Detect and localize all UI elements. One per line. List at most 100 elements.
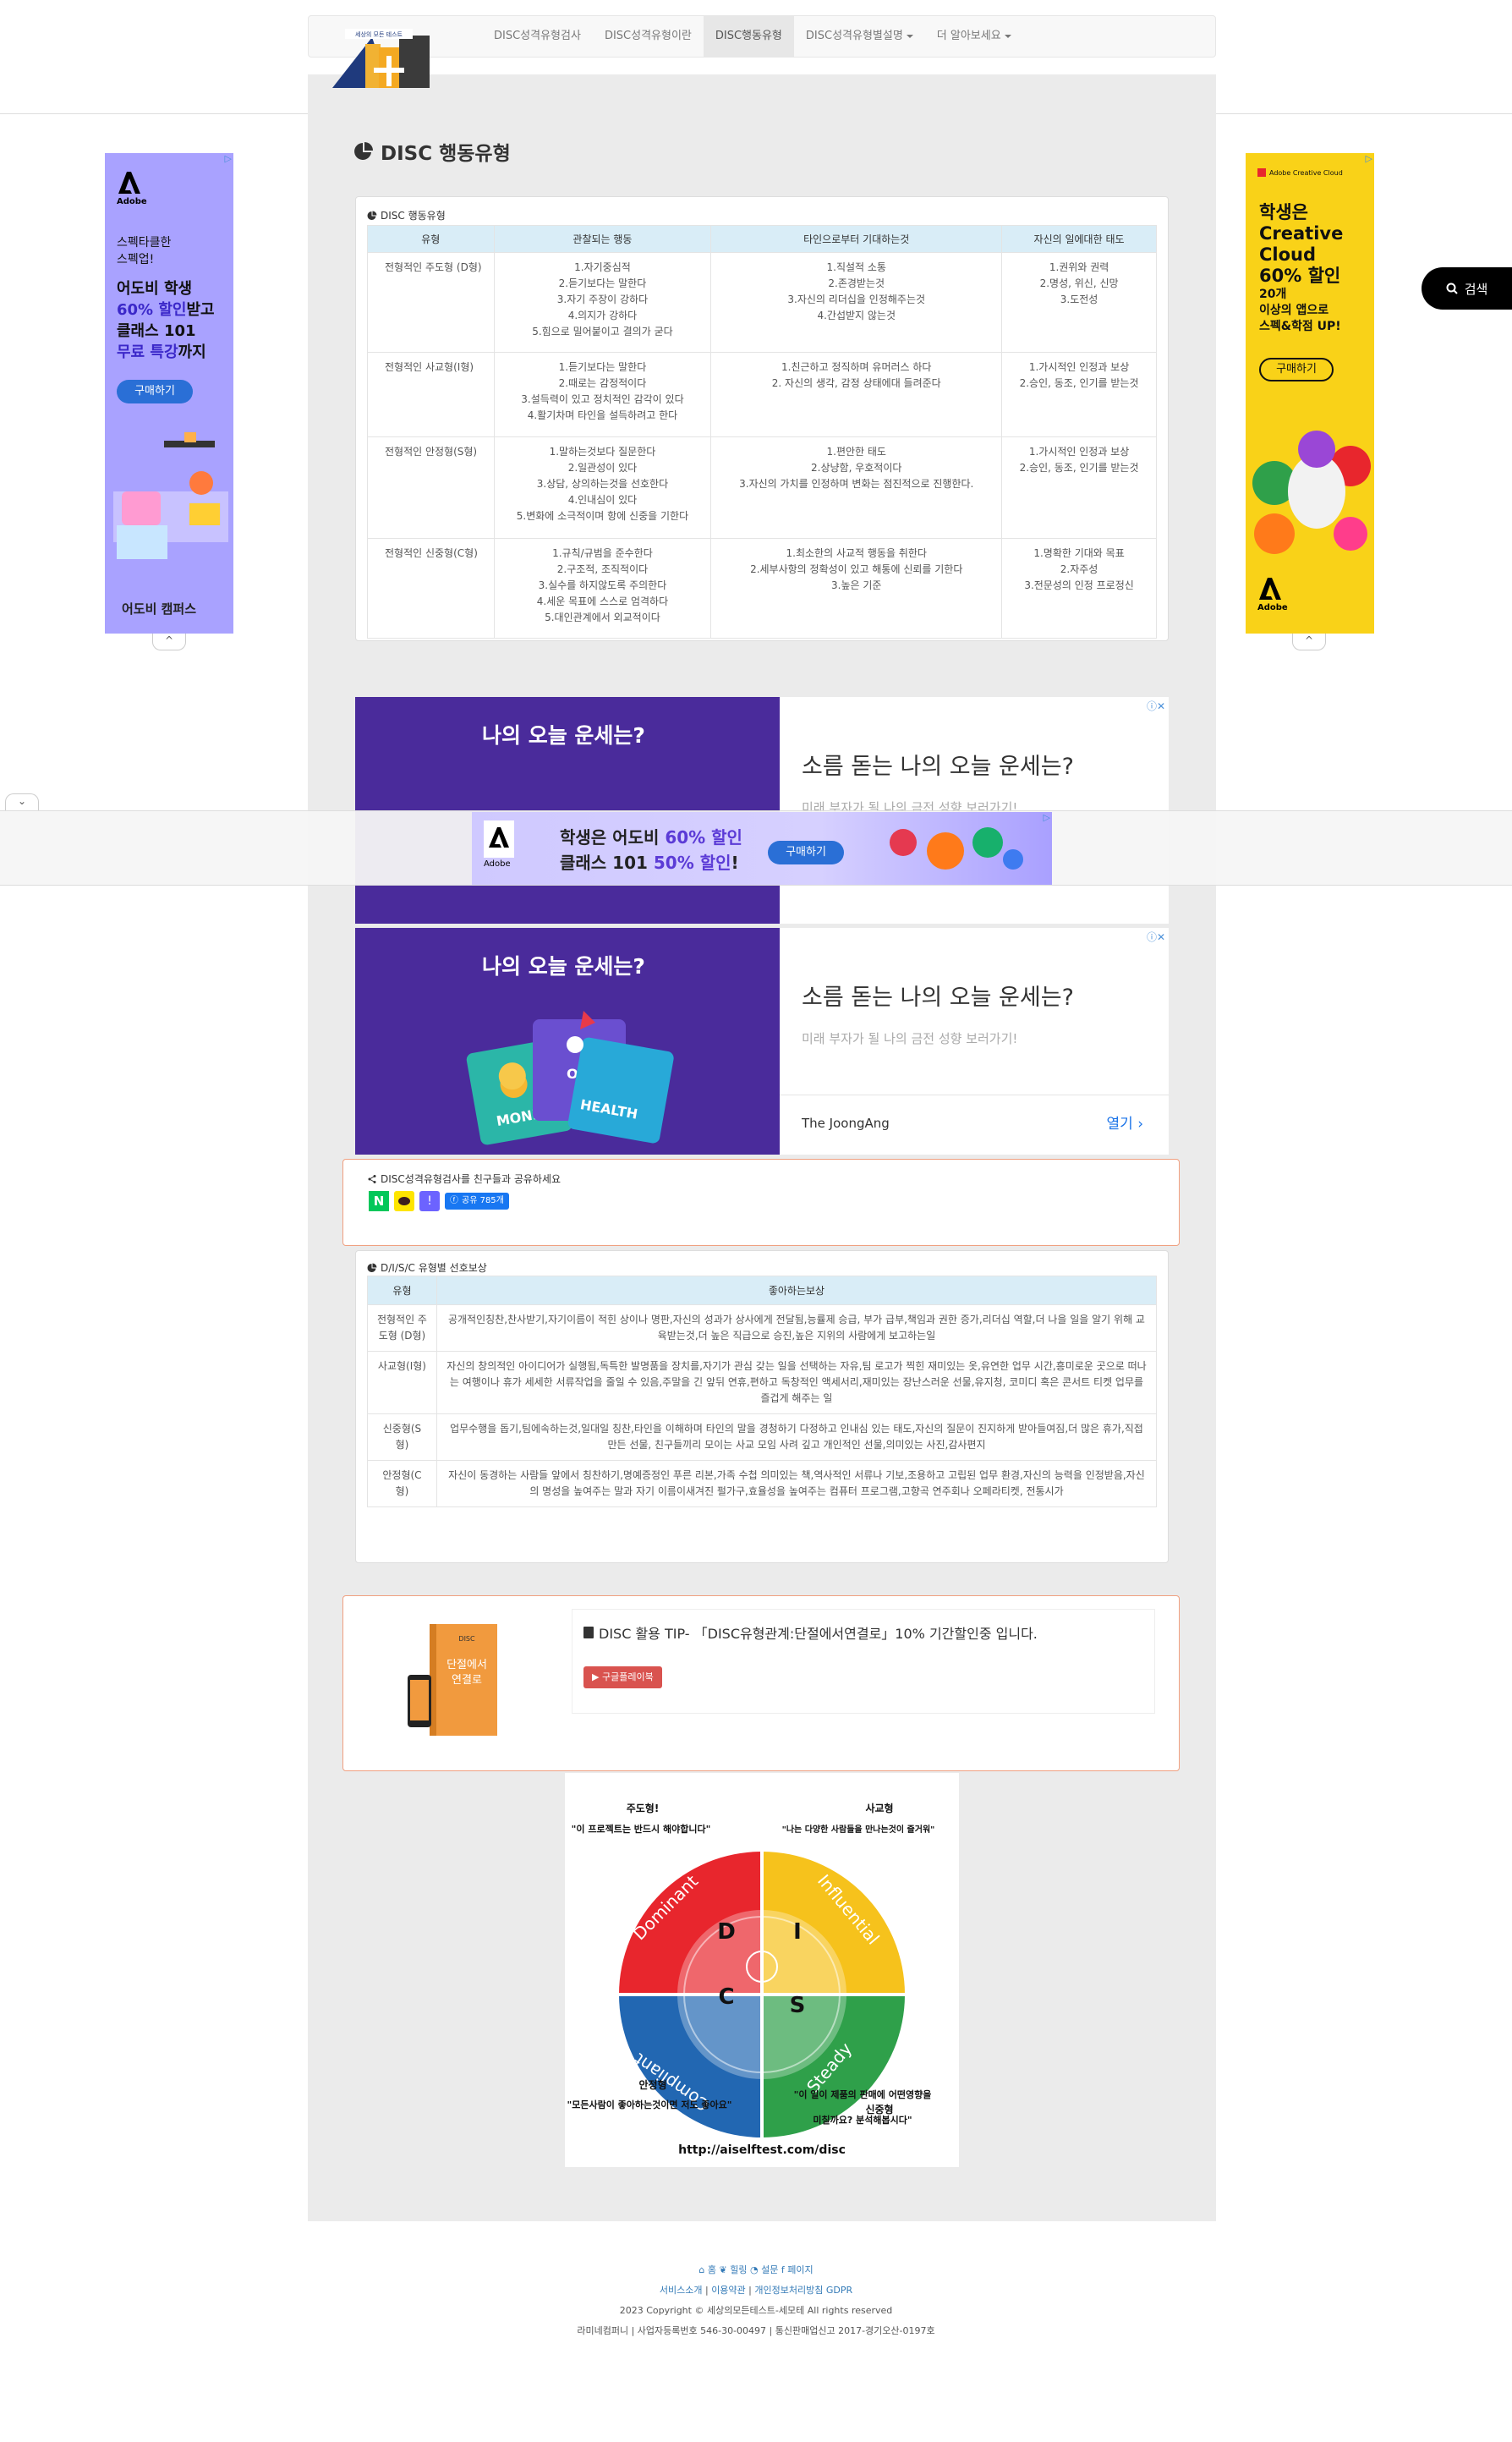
right-ad-collapse-button[interactable]: ^ <box>1292 634 1326 650</box>
attitude-cell: 1.명확한 기대와 목표 2.자주성 3.전문성의 인정 프로정신 <box>1001 538 1157 639</box>
cell-line: 2.구조적, 조직적이다 <box>556 563 649 575</box>
cell-line: 4.간섭받지 않는것 <box>817 310 896 321</box>
book-cover-image[interactable]: DISC 단절에서 연결로 <box>404 1616 502 1741</box>
pie-chart-icon <box>367 1263 377 1272</box>
footer-links: 서비스소개 | 이용약관 | 개인정보처리방침 GDPR <box>659 2285 853 2296</box>
caption-text: DISC 행동유형 <box>381 210 446 222</box>
ad-choices-icon[interactable]: ▷ <box>1366 153 1372 164</box>
cell-line: 3.높은 기준 <box>831 579 882 591</box>
footer-facebook-link[interactable]: f 페이지 <box>781 2264 814 2275</box>
type-cell: 전형적인 주도형 (D형) <box>367 1304 437 1352</box>
share-icon <box>368 1174 376 1183</box>
search-button[interactable]: 검색 <box>1422 267 1512 310</box>
nav-item-disc-about[interactable]: DISC성격유형이란 <box>593 16 704 57</box>
cell-line: 3.자기 주장이 강하다 <box>556 294 649 305</box>
letter-d: D <box>717 1919 736 1945</box>
cell-line: 2.승인, 동조, 인기를 받는것 <box>1019 377 1139 389</box>
left-side-ad[interactable]: Adobe 스펙타클한 스펙업! 어도비 학생 60% 할인받고 클래스 101… <box>105 153 233 634</box>
ad-open-link[interactable]: 열기 › <box>1107 1111 1144 1133</box>
behavior-table: 유형 관찰되는 행동 타인으로부터 기대하는것 자신의 일에대한 태도 전형적인… <box>367 225 1157 639</box>
page-title-text: DISC 행동유형 <box>381 143 511 165</box>
svg-text:연결로: 연결로 <box>452 1674 482 1687</box>
cell-line: 2. 자신의 생각, 감정 상태에대 들려준다 <box>771 377 941 389</box>
footer-link-gdpr[interactable]: GDPR <box>826 2285 852 2296</box>
reward-cell: 업무수행을 돕기,팀에속하는것,일대일 칭찬,타인을 이해하며 타인의 말을 경… <box>436 1413 1158 1461</box>
kakaostory-share-icon[interactable]: ! <box>419 1191 440 1211</box>
footer-link-terms[interactable]: 이용약관 <box>711 2285 745 2296</box>
student-illustration <box>113 432 228 559</box>
footer-link-privacy[interactable]: 개인정보처리방침 <box>754 2285 823 2296</box>
cell-line: 1.편안한 태도 <box>826 446 886 458</box>
cell-line: 1.규칙/규범을 준수한다 <box>552 547 653 559</box>
reward-cell: 자신의 창의적인 아이디어가 실행됨,독특한 발명품을 장치를,자기가 관심 갖… <box>436 1351 1158 1414</box>
col-header: 유형 <box>367 225 495 253</box>
adobe-brand-label: Adobe <box>1257 603 1288 612</box>
ad-open-label: 열기 <box>1106 1116 1133 1133</box>
left-ad-buy-button[interactable]: 구매하기 <box>117 380 193 403</box>
ad-choices-icon[interactable]: ▷ <box>1044 812 1050 823</box>
expect-cell: 1.친근하고 정직하며 유머러스 하다 2. 자신의 생각, 감정 상태에대 들려… <box>710 352 1003 437</box>
page-title: DISC 행동유형 <box>353 137 511 166</box>
observed-cell: 1.자기중심적 2.듣기보다는 말한다 3.자기 주장이 강하다 4.의지가 강하다 5… <box>493 252 712 353</box>
cell-line: 1.직설적 소통 <box>826 261 886 273</box>
ad-choices-icon[interactable]: ⓘ✕ <box>1147 699 1165 713</box>
cell-line: 1.자기중심적 <box>574 261 631 273</box>
left-ad-collapse-button[interactable]: ^ <box>152 634 186 650</box>
quote-compliant: "모든사람이 좋아하는것이면 저도 좋아요" <box>567 2099 732 2110</box>
caption-text: D/I/S/C 유형별 선호보상 <box>381 1262 487 1274</box>
naver-share-icon[interactable]: N <box>369 1191 389 1211</box>
reward-table: 유형 좋아하는보상 전형적인 주도형 (D형) 공개적인칭찬,찬사받기,자기이름이… <box>367 1276 1158 1507</box>
footer-home-link[interactable]: ⌂ 홈 <box>698 2264 716 2275</box>
cell-line: 1.듣기보다는 말한다 <box>558 361 647 373</box>
cell-line: 1.친근하고 정직하며 유머러스 하다 <box>781 361 932 373</box>
tip-heading: DISC 활용 TIP- 「DISC유형관계:단절에서연결로」10% 기간할인중… <box>583 1622 1038 1643</box>
facebook-share-count: 공유 785개 <box>462 1196 504 1205</box>
kakao-share-icon[interactable] <box>394 1191 414 1211</box>
footer-link-service[interactable]: 서비스소개 <box>660 2285 703 2296</box>
right-side-ad[interactable]: Adobe Creative Cloud 학생은 Creative Cloud … <box>1246 153 1374 634</box>
letter-c: C <box>718 1984 734 2010</box>
ad-choices-icon[interactable]: ⓘ✕ <box>1147 930 1165 944</box>
cell-line: 4.인내심이 있다 <box>567 494 638 506</box>
label-dominant: 주도형! <box>627 1802 660 1814</box>
left-ad-offer: 어도비 학생 60% 할인받고 클래스 101 무료 특강까지 <box>117 280 215 361</box>
table-row: 전형적인 사교형(I형) 1.듣기보다는 말한다 2.때로는 감정적이다 3.설득력이… <box>367 352 1157 437</box>
survey-icon: ◔ <box>749 2264 759 2275</box>
anchor-ad-creative[interactable]: Adobe 학생은 어도비 60% 할인 클래스 101 50% 할인! 구매하… <box>472 812 1052 885</box>
nav-item-more-dropdown[interactable]: 더 알아보세요 <box>925 16 1023 57</box>
ad-choices-icon[interactable]: ▷ <box>225 153 232 164</box>
footer-icon-row: ⌂ 홈 ❦ 힐링 ◔ 설문 f 페이지 <box>0 2260 1512 2280</box>
chevron-up-icon: ^ <box>1304 634 1314 646</box>
chevron-up-icon: ^ <box>164 634 174 646</box>
tip-text: DISC 활용 TIP- 「DISC유형관계:단절에서연결로」10% 기간할인중… <box>599 1626 1038 1642</box>
type-cell: 전형적인 신중형(C형) <box>367 538 495 639</box>
footer-healing-link[interactable]: ❦ 힐링 <box>720 2264 748 2275</box>
cell-line: 3.자신의 리더십을 인정해주는것 <box>787 294 926 305</box>
anchor-ad-line1: 학생은 어도비 60% 할인 <box>560 827 742 848</box>
nav-item-disc-test[interactable]: DISC성격유형검사 <box>482 16 593 57</box>
share-caption: DISC성격유형검사를 친구들과 공유하세요 <box>367 1172 561 1186</box>
fortune-ad-banner[interactable]: 나의 오늘 운세는? MONEY OVE HEALTH ⓘ✕ 소름 돋는 나의 … <box>355 928 1169 1155</box>
svg-text:DISC: DISC <box>458 1635 475 1643</box>
facebook-share-button[interactable]: ⓕ 공유 785개 <box>445 1193 509 1210</box>
button-label: 구글플레이북 <box>601 1671 654 1682</box>
cell-line: 5.변화에 소극적이며 항에 신중을 기한다 <box>516 510 689 522</box>
nav-item-disc-types-dropdown[interactable]: DISC성격유형별설명 <box>794 16 925 57</box>
col-header: 유형 <box>367 1276 437 1305</box>
right-ad-buy-button[interactable]: 구매하기 <box>1259 358 1334 381</box>
cell-line: 3.도전성 <box>1060 294 1098 305</box>
footer-survey-link[interactable]: ◔ 설문 <box>750 2264 778 2275</box>
adobe-brand-label: Adobe <box>484 859 511 869</box>
google-play-books-button[interactable]: ▶ 구글플레이북 <box>583 1666 662 1688</box>
behavior-table-caption: DISC 행동유형 <box>367 208 446 222</box>
nav-item-disc-behavior[interactable]: DISC행동유형 <box>703 16 794 57</box>
site-logo[interactable]: 세상의 모든 테스트 <box>328 27 455 96</box>
play-icon: ▶ <box>592 1671 600 1682</box>
anchor-ad-collapse-button[interactable]: ⌄ <box>5 793 39 810</box>
cell-line: 1.말하는것보다 질문한다 <box>549 446 656 458</box>
right-ad-brand-bar: Adobe Creative Cloud <box>1257 168 1343 177</box>
anchor-ad-buy-button[interactable]: 구매하기 <box>768 841 844 864</box>
table-row: 전형적인 안정형(S형) 1.말하는것보다 질문한다 2.일관성이 있다 3.상담, … <box>367 436 1157 539</box>
quote-dominant: "이 프로젝트는 반드시 해야합니다" <box>572 1823 711 1835</box>
cell-line: 1.가시적인 인정과 보상 <box>1028 361 1130 373</box>
